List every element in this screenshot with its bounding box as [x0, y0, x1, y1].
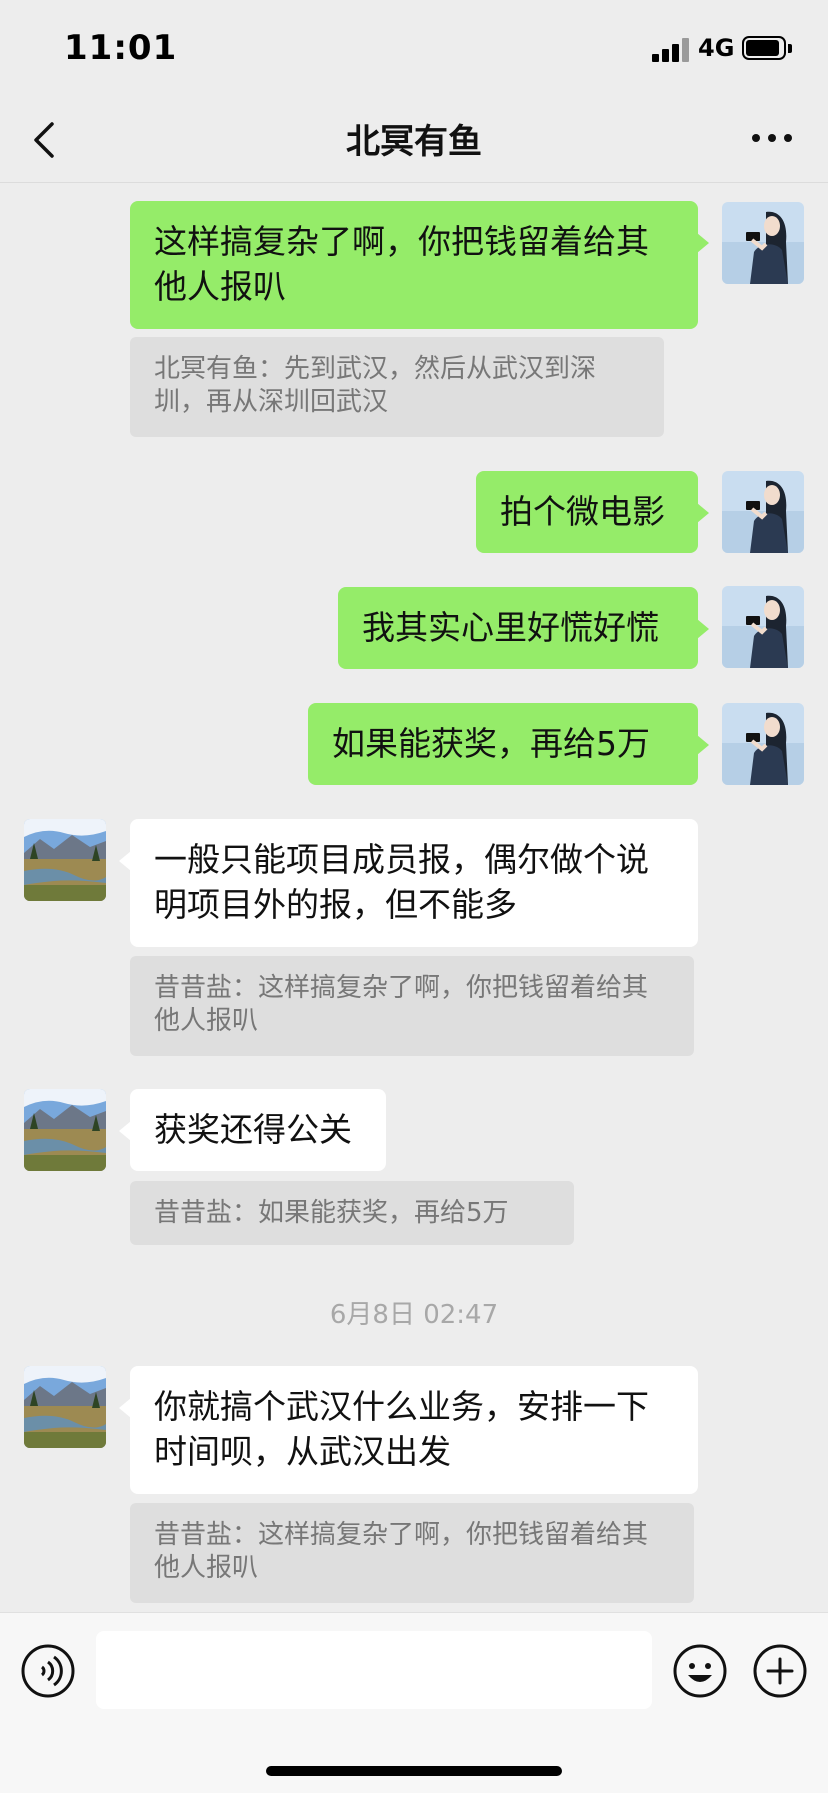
status-time: 11:01	[64, 28, 178, 68]
chat-title: 北冥有鱼	[346, 122, 482, 162]
message-bubble[interactable]: 这样搞复杂了啊，你把钱留着给其他人报叭	[130, 201, 709, 329]
nav-bar: 北冥有鱼	[0, 96, 828, 183]
contact-avatar[interactable]	[24, 1366, 106, 1448]
voice-icon[interactable]	[20, 1643, 76, 1699]
quoted-reply[interactable]: 北冥有鱼：先到武汉，然后从武汉到深圳，再从深圳回武汉	[130, 337, 664, 437]
user-avatar[interactable]	[722, 471, 804, 553]
message-bubble[interactable]: 一般只能项目成员报，偶尔做个说明项目外的报，但不能多	[119, 819, 698, 947]
status-bar: 11:01 4G	[0, 0, 828, 96]
user-avatar[interactable]	[722, 586, 804, 668]
cellular-signal-icon	[652, 38, 692, 62]
network-type: 4G	[698, 34, 735, 62]
message-bubble[interactable]: 你就搞个武汉什么业务，安排一下时间呗，从武汉出发	[119, 1366, 698, 1494]
message-timestamp: 6月8日 02:47	[329, 1300, 499, 1330]
message-bubble[interactable]: 获奖还得公关	[119, 1089, 386, 1171]
user-avatar[interactable]	[722, 703, 804, 785]
emoji-icon[interactable]	[672, 1643, 728, 1699]
chat-messages[interactable]: 这样搞复杂了啊，你把钱留着给其他人报叭 北冥有鱼：先到武汉，然后从武汉到深圳，再…	[0, 182, 828, 1612]
contact-avatar[interactable]	[24, 819, 106, 901]
more-dots-icon[interactable]	[750, 126, 794, 150]
home-indicator	[266, 1766, 562, 1776]
plus-icon[interactable]	[752, 1643, 808, 1699]
user-avatar[interactable]	[722, 202, 804, 284]
battery-icon	[742, 36, 792, 62]
message-bubble[interactable]: 如果能获奖，再给5万	[308, 703, 709, 785]
message-bubble[interactable]: 拍个微电影	[476, 471, 709, 553]
contact-avatar[interactable]	[24, 1089, 106, 1171]
message-bubble[interactable]: 我其实心里好慌好慌	[338, 587, 709, 669]
quoted-reply[interactable]: 昔昔盐：如果能获奖，再给5万	[130, 1181, 574, 1245]
quoted-reply[interactable]: 昔昔盐：这样搞复杂了啊，你把钱留着给其他人报叭	[130, 1503, 694, 1603]
quoted-reply[interactable]: 昔昔盐：这样搞复杂了啊，你把钱留着给其他人报叭	[130, 956, 694, 1056]
message-input[interactable]	[96, 1631, 652, 1709]
